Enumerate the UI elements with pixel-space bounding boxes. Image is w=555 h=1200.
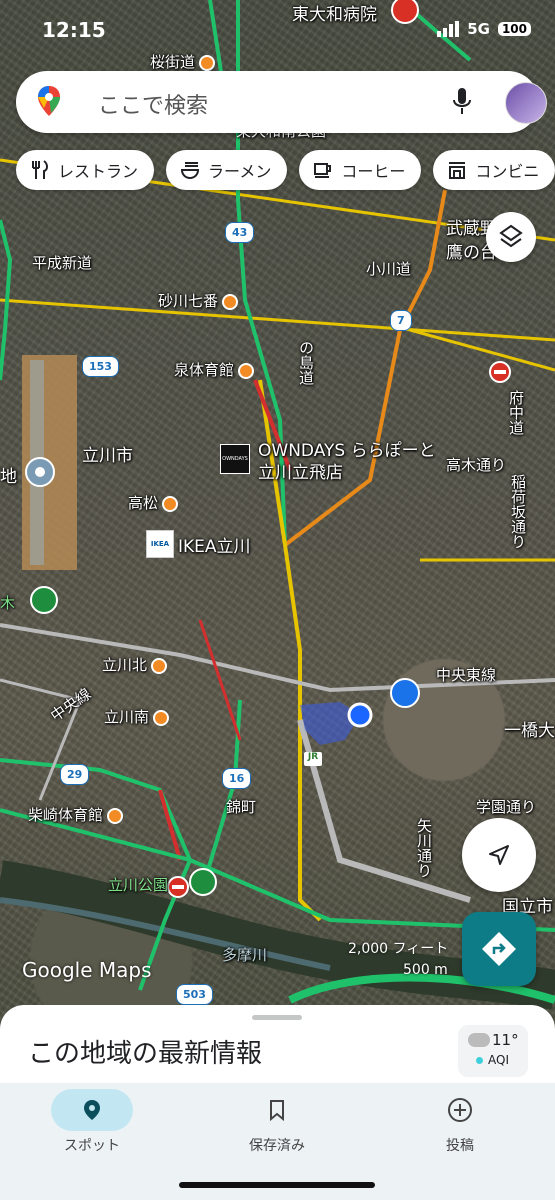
chip-convenience-store[interactable]: コンビニ [433, 150, 555, 190]
chip-ramen[interactable]: ラーメン [166, 150, 288, 190]
network-type: 5G [467, 20, 490, 38]
chuo-east-label: 中央東線 [436, 666, 497, 684]
route-shield-7: 7 [390, 310, 412, 331]
signal-icon [437, 21, 460, 37]
fuchu-label: 府中道 [507, 390, 525, 435]
map-scale: 2,000 フィート 500 m [348, 941, 449, 978]
profile-avatar[interactable] [505, 82, 547, 124]
my-location-button[interactable] [462, 818, 536, 892]
gakuen-label: 学園通り [476, 798, 537, 816]
takamatsu-label: 高松 [128, 492, 179, 513]
layers-button[interactable] [486, 212, 536, 262]
ki-label: 木 [0, 594, 16, 612]
chip-restaurant[interactable]: レストラン [16, 150, 155, 190]
tab-post[interactable]: 投稿 [385, 1089, 535, 1155]
category-chips: レストラン ラーメン コーヒー コンビニ [16, 150, 555, 190]
bookmark-icon [270, 1100, 284, 1122]
aqi-label: AQI [488, 1053, 509, 1067]
tachikawa-kita-label: 立川北 [102, 654, 168, 675]
chip-coffee[interactable]: コーヒー [299, 150, 422, 190]
sunagawa-label: 砂川七番 [158, 290, 239, 311]
battery-indicator: 100 [497, 22, 531, 36]
sheet-title: この地域の最新情報 [28, 1039, 263, 1069]
route-shield-503: 503 [176, 984, 213, 1005]
ikea-label[interactable]: IKEA立川 [178, 532, 251, 557]
shibasaki-label: 柴崎体育館 [28, 804, 124, 825]
route-shield-153: 153 [82, 356, 119, 377]
drag-handle[interactable] [252, 1015, 302, 1020]
home-indicator[interactable] [179, 1182, 375, 1188]
explore-pin-icon [84, 1100, 100, 1120]
owndays-logo[interactable]: OWNDAYS [220, 444, 250, 474]
directions-button[interactable] [462, 912, 536, 986]
directions-icon [482, 932, 516, 966]
takagi-label: 高木通り [446, 456, 507, 474]
kodaira-label: 小川道 [366, 260, 412, 278]
add-circle-icon [448, 1098, 472, 1122]
inaka-label: 稲荷坂通り [509, 474, 527, 549]
status-bar: 12:15 5G 100 [0, 0, 555, 62]
search-bar[interactable]: ここで検索 [16, 71, 547, 133]
google-maps-logo-icon [38, 86, 60, 116]
tachikawa-park-label: 立川公園 [108, 876, 169, 894]
tamagawa-label: 多摩川 [222, 946, 268, 964]
tachikawa-minami-label: 立川南 [104, 706, 170, 727]
weather-widget[interactable]: 11° AQI [458, 1025, 528, 1077]
shimagi-label: の島道 [297, 340, 315, 385]
yagawa-label: 矢川通り [415, 818, 433, 878]
tab-spot[interactable]: スポット [17, 1089, 167, 1155]
nishikicho-label: 錦町 [226, 798, 257, 816]
temperature: 11° [492, 1031, 519, 1049]
mic-icon[interactable] [452, 88, 472, 116]
ikea-logo[interactable]: IKEA [146, 530, 174, 558]
izumi-label: 泉体育館 [174, 359, 255, 380]
route-shield-16: 16 [222, 768, 252, 789]
cloud-icon [468, 1033, 490, 1047]
tab-saved[interactable]: 保存済み [202, 1089, 352, 1155]
heisei-shindo-label: 平成新道 [32, 254, 93, 272]
status-time: 12:15 [42, 18, 106, 42]
restaurant-icon [32, 160, 48, 179]
search-input[interactable]: ここで検索 [98, 88, 208, 120]
google-maps-attribution: Google Maps [22, 958, 152, 982]
store-icon [449, 162, 466, 179]
chi-label: 地 [0, 467, 17, 487]
route-shield-29: 29 [60, 764, 90, 785]
navigation-arrow-icon [489, 845, 509, 865]
ichibashi-label: 一橋大 [504, 721, 555, 741]
owndays-name-2[interactable]: 立川立飛店 [258, 458, 343, 483]
aqi-dot [476, 1057, 483, 1064]
layers-icon [499, 224, 523, 248]
ramen-icon [181, 162, 200, 180]
coffee-icon [314, 163, 332, 178]
route-shield-43: 43 [225, 222, 255, 243]
tachikawa-city-label: 立川市 [82, 446, 133, 466]
jr-station-icon[interactable]: JR [304, 752, 322, 766]
